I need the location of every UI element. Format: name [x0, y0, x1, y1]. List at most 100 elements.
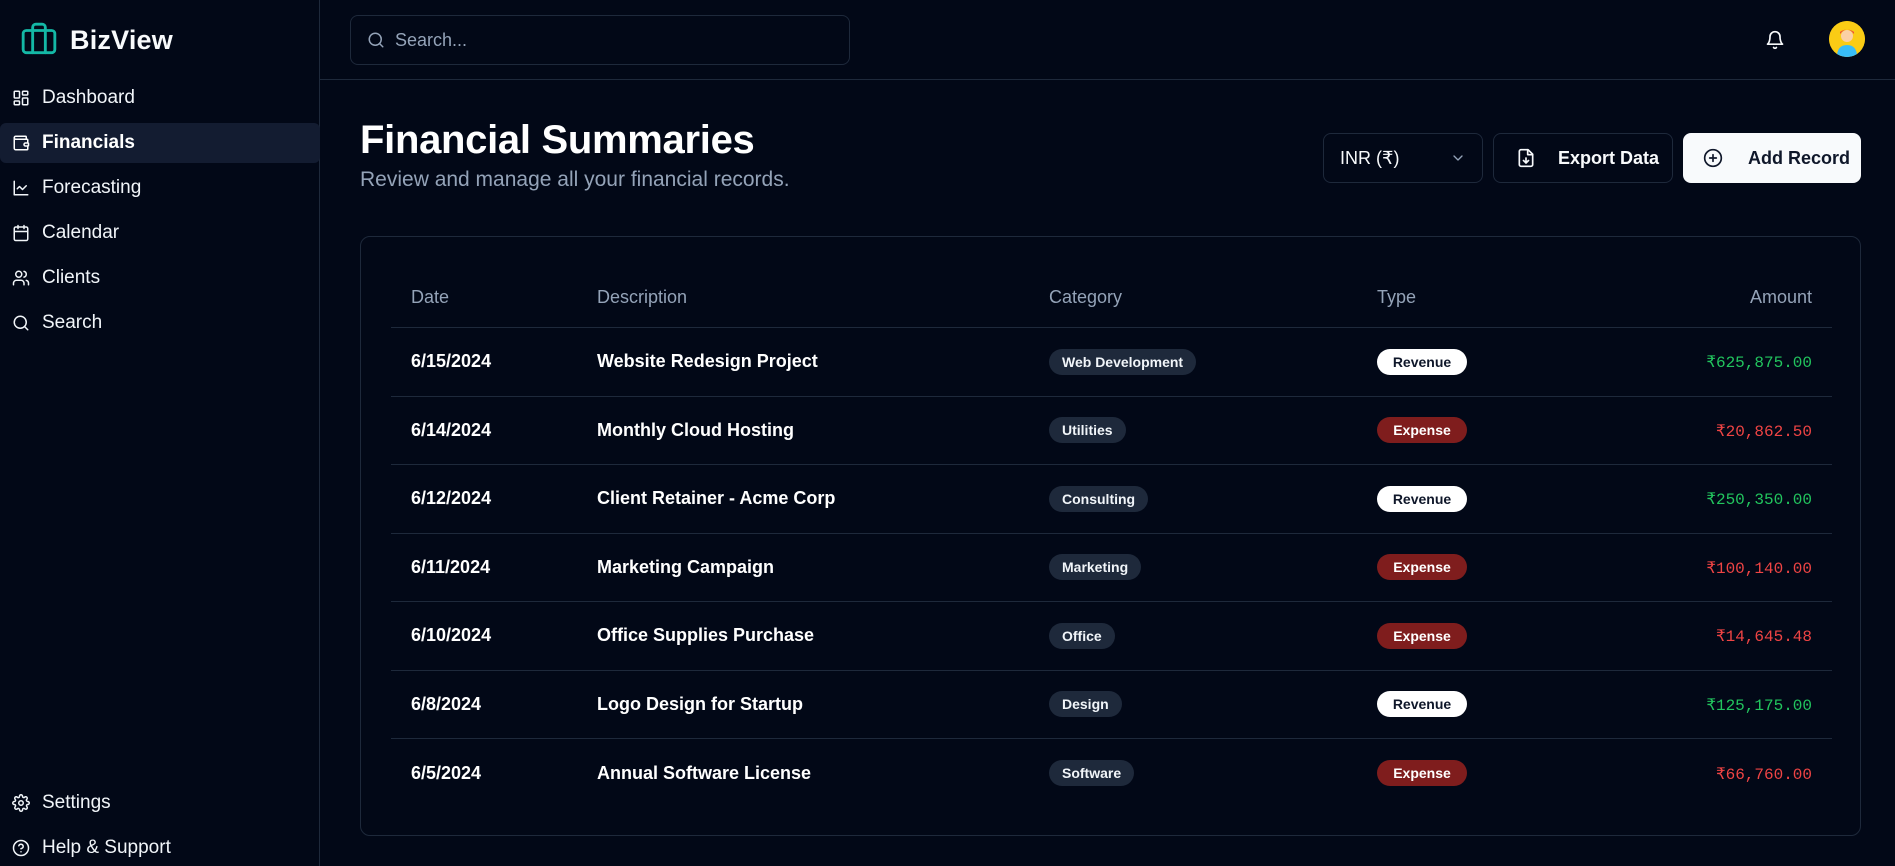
table-row[interactable]: 6/14/2024 Monthly Cloud Hosting Utilities E…	[391, 397, 1832, 465]
sidebar-item-label: Settings	[42, 792, 111, 813]
chevron-down-icon	[1453, 155, 1463, 161]
export-data-button[interactable]: Export Data	[1493, 133, 1673, 183]
sidebar-item-clients[interactable]: Clients	[0, 258, 320, 298]
category-badge: Office	[1049, 622, 1115, 649]
category-badge: Design	[1049, 691, 1122, 718]
table-body: 6/15/2024 Website Redesign Project Web Dev…	[391, 328, 1832, 808]
gear-icon	[12, 794, 30, 812]
category-badge: Consulting	[1049, 485, 1149, 512]
table-row[interactable]: 6/10/2024 Office Supplies Purchase Office E…	[391, 602, 1832, 671]
cell-category: Design	[1049, 691, 1377, 718]
sidebar-item-label: Search	[42, 312, 103, 333]
sidebar-item-calendar[interactable]: Calendar	[0, 213, 320, 253]
cell-description: Annual Software License	[597, 762, 812, 783]
cell-amount: ₹14,645.48	[1627, 625, 1832, 646]
cell-amount: ₹66,760.00	[1627, 763, 1832, 784]
column-header-category[interactable]: Category	[1049, 287, 1377, 308]
line-chart-icon	[13, 180, 29, 196]
sidebar-item-label: Help & Support	[42, 837, 171, 858]
sidebar-item-label: Dashboard	[42, 87, 135, 108]
type-badge: Revenue	[1377, 348, 1467, 375]
table-row[interactable]: 6/8/2024 Logo Design for Startup Design Rev…	[391, 671, 1832, 739]
sidebar-item-help[interactable]: Help & Support	[0, 828, 320, 866]
currency-select[interactable]: INR (₹)	[1323, 133, 1483, 183]
search-icon	[13, 315, 29, 331]
plus-circle-icon	[1703, 148, 1723, 168]
type-badge: Revenue	[1377, 691, 1467, 718]
cell-category: Web Development	[1049, 348, 1377, 375]
cell-amount: ₹125,175.00	[1627, 694, 1832, 715]
cell-type: Revenue	[1377, 348, 1627, 375]
column-header-date[interactable]: Date	[391, 287, 597, 308]
brand-name: BizView	[70, 24, 173, 55]
cell-description: Logo Design for Startup	[597, 693, 803, 714]
column-header-description[interactable]: Description	[597, 287, 1049, 308]
sidebar-item-label: Forecasting	[42, 177, 142, 198]
amount-value: ₹20,862.50	[1715, 422, 1812, 441]
search-icon	[368, 32, 384, 48]
cell-type: Revenue	[1377, 691, 1627, 718]
cell-description: Monthly Cloud Hosting	[597, 419, 794, 440]
sidebar-bottom-nav: Settings Help & Support	[0, 783, 320, 866]
cell-description: Website Redesign Project	[597, 351, 818, 372]
table-header: Date Description Category Type Amount	[391, 268, 1832, 328]
amount-value: ₹125,175.00	[1706, 696, 1812, 715]
cell-category: Office	[1049, 622, 1377, 649]
topbar	[320, 0, 1895, 80]
calendar-icon	[13, 224, 29, 242]
amount-value: ₹100,140.00	[1706, 559, 1812, 578]
sidebar-nav: Dashboard Financials Forecasting Calenda…	[0, 78, 320, 348]
cell-type: Revenue	[1377, 485, 1627, 512]
sidebar-item-label: Calendar	[42, 222, 120, 243]
table-row[interactable]: 6/11/2024 Marketing Campaign Marketing Expe…	[391, 534, 1832, 602]
users-icon	[12, 270, 30, 286]
sidebar-item-label: Financials	[42, 132, 135, 153]
briefcase-logo-icon	[21, 22, 57, 55]
brand[interactable]: BizView	[20, 20, 173, 60]
cell-amount: ₹20,862.50	[1627, 420, 1832, 441]
table-row[interactable]: 6/5/2024 Annual Software License Software E…	[391, 739, 1832, 808]
cell-date: 6/15/2024	[411, 351, 492, 372]
currency-value: INR (₹)	[1340, 147, 1400, 168]
column-header-amount[interactable]: Amount	[1627, 287, 1832, 308]
cell-category: Consulting	[1049, 485, 1377, 512]
category-badge: Web Development	[1049, 348, 1197, 375]
page-title: Financial Summaries	[360, 118, 755, 162]
file-download-icon	[1518, 148, 1534, 168]
export-data-label: Export Data	[1558, 147, 1660, 168]
cell-date: 6/8/2024	[411, 693, 482, 714]
type-badge: Expense	[1377, 622, 1467, 649]
page-subtitle: Review and manage all your financial rec…	[360, 168, 790, 191]
cell-type: Expense	[1377, 417, 1627, 444]
avatar-illustration-icon	[1829, 21, 1865, 57]
search-input[interactable]	[395, 29, 835, 51]
cell-type: Expense	[1377, 554, 1627, 581]
wallet-icon	[13, 135, 30, 151]
cell-amount: ₹100,140.00	[1627, 557, 1832, 578]
type-badge: Expense	[1377, 760, 1467, 787]
column-header-type[interactable]: Type	[1377, 287, 1627, 308]
cell-type: Expense	[1377, 760, 1627, 787]
cell-category: Marketing	[1049, 554, 1377, 581]
cell-description: Client Retainer - Acme Corp	[597, 488, 836, 509]
records-card: Date Description Category Type Amount 6/…	[360, 236, 1861, 836]
cell-amount: ₹250,350.00	[1627, 488, 1832, 509]
sidebar-item-search[interactable]: Search	[0, 303, 320, 343]
bell-icon[interactable]	[1765, 30, 1785, 50]
type-badge: Expense	[1377, 554, 1467, 581]
cell-category: Software	[1049, 760, 1377, 787]
cell-type: Expense	[1377, 622, 1627, 649]
user-avatar[interactable]	[1829, 21, 1865, 57]
table-row[interactable]: 6/15/2024 Website Redesign Project Web Dev…	[391, 328, 1832, 397]
sidebar-item-dashboard[interactable]: Dashboard	[0, 78, 320, 118]
sidebar-item-forecasting[interactable]: Forecasting	[0, 168, 320, 208]
search-box[interactable]	[350, 15, 850, 65]
sidebar-item-financials[interactable]: Financials	[0, 123, 320, 163]
sidebar-item-settings[interactable]: Settings	[0, 783, 320, 823]
app-root: BizView Dashboard Financials Forecasting…	[0, 0, 1895, 866]
cell-date: 6/10/2024	[411, 625, 492, 646]
add-record-button[interactable]: Add Record	[1683, 133, 1861, 183]
type-badge: Expense	[1377, 417, 1467, 444]
sidebar-item-label: Clients	[42, 267, 101, 288]
table-row[interactable]: 6/12/2024 Client Retainer - Acme Corp Cons…	[391, 465, 1832, 534]
